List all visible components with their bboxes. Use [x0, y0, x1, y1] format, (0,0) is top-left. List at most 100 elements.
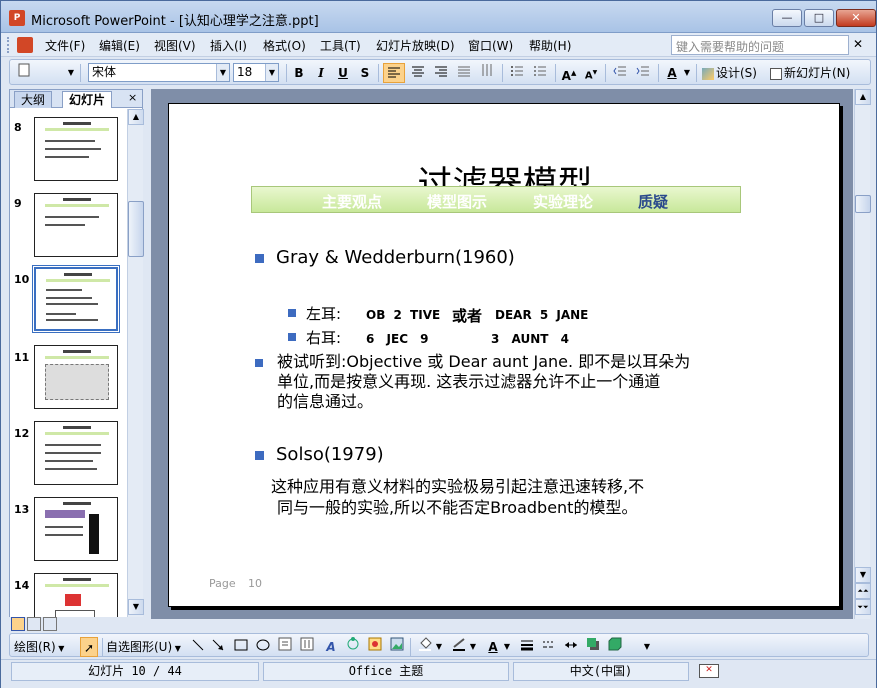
tab-slides[interactable]: 幻灯片 — [62, 91, 113, 108]
scroll-thumb[interactable] — [128, 201, 144, 257]
toolbar-options-icon[interactable]: ▼ — [642, 637, 652, 657]
select-pointer-icon[interactable]: ➚ — [80, 637, 98, 657]
minimize-button[interactable]: — — [772, 9, 802, 27]
paragraph-1-line-1[interactable]: 被试听到:Objective 或 Dear aunt Jane. 即不是以耳朵为 — [277, 352, 690, 372]
menu-window[interactable]: 窗口(W) — [468, 37, 513, 54]
slide-thumbnail-14[interactable] — [34, 573, 118, 617]
italic-button[interactable]: I — [312, 63, 330, 83]
slide-thumbnail-13[interactable] — [34, 497, 118, 561]
align-left-button[interactable] — [383, 63, 405, 83]
font-color-icon[interactable]: A — [662, 63, 682, 83]
spelling-check-icon[interactable]: ✕ — [699, 664, 719, 678]
fill-color-icon[interactable] — [416, 637, 434, 657]
line-icon[interactable] — [190, 637, 206, 657]
toolbar-options-icon[interactable]: ▼ — [66, 63, 76, 83]
rectangle-icon[interactable] — [232, 637, 250, 657]
bullets-icon[interactable] — [530, 63, 550, 83]
left-ear-label[interactable]: 左耳: — [306, 303, 341, 324]
textbox-icon[interactable] — [276, 637, 294, 657]
menu-insert[interactable]: 插入(I) — [210, 37, 247, 54]
nav-question[interactable]: 质疑 — [638, 191, 668, 212]
new-slide-button[interactable]: 新幻灯片(N) — [768, 63, 860, 83]
normal-view-icon[interactable] — [11, 617, 25, 631]
chevron-down-icon[interactable]: ▼ — [216, 64, 229, 81]
increase-font-icon[interactable]: A▲ — [560, 63, 578, 83]
chevron-down-icon[interactable]: ▼ — [434, 637, 444, 657]
paragraph-1-line-2[interactable]: 单位,而是按意义再现. 这表示过滤器允许不止一个通道 — [277, 372, 660, 392]
decrease-font-icon[interactable]: A▼ — [582, 63, 600, 83]
right-ear-sequence-a[interactable]: 6 JEC 9 — [366, 332, 429, 346]
scroll-down-icon[interactable]: ▼ — [855, 567, 871, 583]
design-button[interactable]: 设计(S) — [700, 63, 764, 83]
font-name-combo[interactable]: 宋体 ▼ — [88, 63, 230, 82]
next-slide-icon[interactable]: ⏷⏷ — [855, 599, 871, 615]
bold-button[interactable]: B — [290, 63, 308, 83]
oval-icon[interactable] — [254, 637, 272, 657]
shadow-button[interactable]: S — [356, 63, 374, 83]
clipart-icon[interactable] — [366, 637, 384, 657]
slides-pane-scrollbar[interactable]: ▲ ▼ — [127, 109, 144, 617]
pane-close-icon[interactable]: × — [128, 91, 137, 104]
heading-gray-wedderburn[interactable]: Gray & Wedderburn(1960) — [276, 247, 515, 268]
powerpoint-app-icon[interactable]: P — [9, 10, 25, 26]
nav-main-points[interactable]: 主要观点 — [322, 191, 382, 212]
scroll-down-icon[interactable]: ▼ — [128, 599, 144, 615]
slide-vertical-scrollbar[interactable]: ▲ ▼ ⏶⏶ ⏷⏷ — [854, 89, 871, 619]
tab-outline[interactable]: 大纲 — [14, 91, 53, 108]
slide-sorter-view-icon[interactable] — [27, 617, 41, 631]
menu-slideshow[interactable]: 幻灯片放映(D) — [376, 37, 455, 54]
slide-thumbnail-10[interactable] — [32, 265, 120, 333]
shadow-style-icon[interactable] — [584, 637, 602, 657]
left-ear-or[interactable]: 或者 — [452, 305, 482, 326]
autoshapes-button[interactable]: 自选图形(U) ▼ — [106, 637, 190, 657]
arrow-icon[interactable] — [210, 637, 226, 657]
text-direction-icon[interactable] — [477, 63, 497, 83]
chevron-down-icon[interactable]: ▼ — [265, 64, 278, 81]
align-center-button[interactable] — [408, 63, 428, 83]
nav-model-diagram[interactable]: 模型图示 — [427, 191, 487, 212]
dash-style-icon[interactable] — [540, 637, 558, 657]
left-ear-sequence-b[interactable]: DEAR 5 JANE — [495, 308, 588, 322]
vertical-textbox-icon[interactable] — [298, 637, 316, 657]
paragraph-1-line-3[interactable]: 的信息通过。 — [277, 392, 373, 412]
doc-icon[interactable] — [17, 37, 33, 53]
previous-slide-icon[interactable]: ⏶⏶ — [855, 583, 871, 599]
help-search-input[interactable]: 键入需要帮助的问题 — [671, 35, 849, 55]
left-ear-sequence-a[interactable]: OB 2 TIVE — [366, 308, 440, 322]
menu-format[interactable]: 格式(O) — [263, 37, 306, 54]
picture-icon[interactable] — [388, 637, 406, 657]
menu-view[interactable]: 视图(V) — [154, 37, 196, 54]
slide-thumbnail-8[interactable] — [34, 117, 118, 181]
slideshow-view-icon[interactable] — [43, 617, 57, 631]
numbering-icon[interactable] — [507, 63, 527, 83]
underline-button[interactable]: U — [334, 63, 352, 83]
line-style-icon[interactable] — [518, 637, 536, 657]
menu-file[interactable]: 文件(F) — [45, 37, 85, 54]
3d-style-icon[interactable] — [606, 637, 624, 657]
menu-edit[interactable]: 编辑(E) — [99, 37, 140, 54]
heading-solso[interactable]: Solso(1979) — [276, 444, 384, 465]
right-ear-sequence-b[interactable]: 3 AUNT 4 — [491, 332, 569, 346]
chevron-down-icon[interactable]: ▼ — [468, 637, 478, 657]
diagram-icon[interactable] — [344, 637, 362, 657]
line-color-icon[interactable] — [450, 637, 468, 657]
menu-tools[interactable]: 工具(T) — [320, 37, 361, 54]
chevron-down-icon[interactable]: ▼ — [682, 63, 692, 83]
align-right-button[interactable] — [431, 63, 451, 83]
scroll-up-icon[interactable]: ▲ — [128, 109, 144, 125]
slide-thumbnail-11[interactable] — [34, 345, 118, 409]
slide-thumbnail-9[interactable] — [34, 193, 118, 257]
text-color-icon[interactable]: A — [484, 637, 502, 657]
menu-help[interactable]: 帮助(H) — [529, 37, 571, 54]
maximize-button[interactable]: □ — [804, 9, 834, 27]
paragraph-2-line-1[interactable]: 这种应用有意义材料的实验极易引起注意迅速转移,不 — [271, 477, 644, 497]
font-size-combo[interactable]: 18 ▼ — [233, 63, 279, 82]
help-close-icon[interactable]: ✕ — [853, 37, 863, 51]
scroll-thumb[interactable] — [855, 195, 871, 213]
wordart-icon[interactable]: A — [322, 637, 340, 657]
paragraph-2-line-2[interactable]: 同与一般的实验,所以不能否定Broadbent的模型。 — [277, 498, 637, 518]
right-ear-label[interactable]: 右耳: — [306, 327, 341, 348]
scroll-up-icon[interactable]: ▲ — [855, 89, 871, 105]
nav-experiment-theory[interactable]: 实验理论 — [533, 191, 593, 212]
arrow-style-icon[interactable] — [562, 637, 580, 657]
